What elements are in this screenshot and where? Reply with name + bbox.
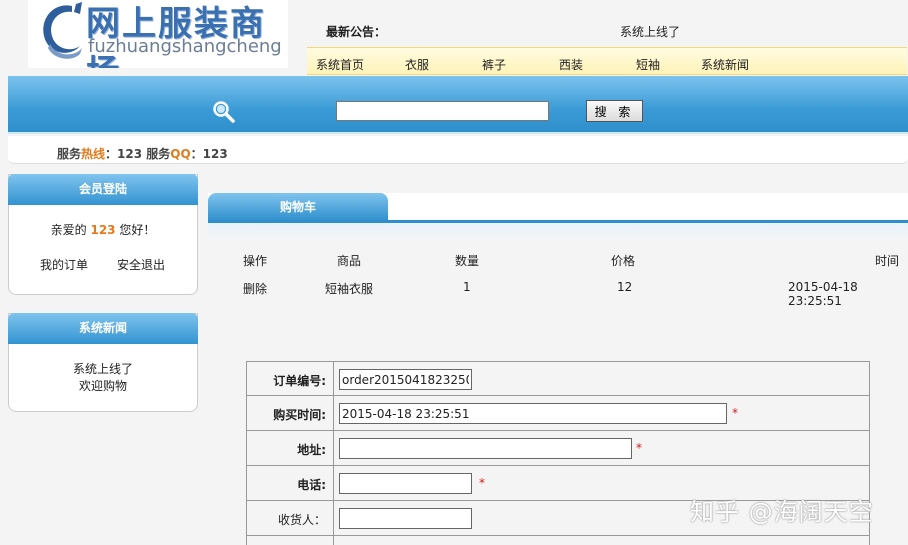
- logo-title: 网上服装商场: [86, 4, 266, 68]
- nav-item-pants[interactable]: 裤子: [482, 56, 506, 73]
- cart-tab: 购物车: [208, 193, 388, 221]
- service-hotline: 服务热线：123 服务QQ：123: [57, 145, 228, 162]
- col-header-price: 价格: [611, 254, 636, 268]
- receiver-label: 收货人：: [247, 501, 334, 535]
- col-header-qty: 数量: [455, 254, 480, 268]
- form-row-address: 地址: *: [246, 431, 870, 466]
- news-panel: 系统新闻 系统上线了 欢迎购物: [8, 313, 198, 412]
- nav-item-news[interactable]: 系统新闻: [701, 56, 749, 73]
- form-row-partial: [246, 536, 870, 545]
- logout-link[interactable]: 安全退出: [117, 256, 165, 273]
- news-item[interactable]: 系统上线了: [9, 360, 197, 377]
- receiver-field[interactable]: [339, 508, 472, 529]
- notice-text[interactable]: 系统上线了: [620, 23, 680, 40]
- logo-subtitle: fuzhuangshangcheng: [88, 36, 282, 57]
- required-mark: *: [732, 406, 738, 420]
- greeting-prefix: 亲爱的: [50, 223, 87, 237]
- col-header-time: 时间: [875, 254, 900, 268]
- phone-label: 电话:: [247, 466, 334, 500]
- phone-field[interactable]: [339, 473, 472, 494]
- nav-item-clothes[interactable]: 衣服: [405, 56, 429, 73]
- news-item[interactable]: 欢迎购物: [9, 377, 197, 394]
- buy-time-field[interactable]: [339, 403, 727, 424]
- login-panel: 会员登陆 亲爱的 123 您好！ 我的订单 安全退出: [8, 174, 198, 295]
- address-label: 地址:: [247, 431, 334, 465]
- greeting-suffix: 您好！: [119, 223, 156, 237]
- news-panel-title: 系统新闻: [8, 313, 198, 344]
- hotline-text: ：123 服务: [105, 147, 171, 161]
- required-mark: *: [479, 476, 485, 490]
- qq-highlight: QQ: [170, 147, 191, 161]
- cart-price: 12: [617, 280, 633, 294]
- nav-item-short-sleeves[interactable]: 短袖: [636, 56, 660, 73]
- col-header-product: 商品: [337, 254, 362, 268]
- buy-time-label: 购买时间:: [247, 396, 334, 430]
- cart-header-shadow: [208, 223, 908, 241]
- cart-qty: 1: [463, 280, 471, 294]
- hotline-highlight: 热线: [81, 147, 106, 161]
- watermark: 知乎 @海阔天空: [690, 498, 874, 526]
- search-input[interactable]: [336, 101, 549, 121]
- partial-label-cell: [247, 536, 334, 545]
- login-panel-title: 会员登陆: [8, 174, 198, 205]
- form-row-order-no: 订单编号:: [246, 361, 870, 396]
- address-field[interactable]: [339, 438, 632, 459]
- logo-swirl-icon: [43, 2, 82, 59]
- greeting: 亲爱的 123 您好！: [9, 221, 197, 238]
- site-logo[interactable]: 网上服装商场 fuzhuangshangcheng: [28, 0, 288, 68]
- nav-item-home[interactable]: 系统首页: [316, 56, 364, 73]
- order-no-field[interactable]: [339, 369, 472, 390]
- order-no-label: 订单编号:: [247, 362, 334, 396]
- qq-text: ：123: [190, 147, 228, 161]
- required-mark: *: [636, 441, 642, 455]
- username: 123: [90, 223, 116, 237]
- main-nav: 系统首页 衣服 裤子 西装 短袖 系统新闻: [307, 47, 907, 75]
- delete-link[interactable]: 删除: [243, 280, 267, 297]
- notice-label: 最新公告：: [326, 25, 387, 39]
- col-header-action: 操作: [243, 254, 268, 268]
- search-icon: [213, 101, 235, 123]
- nav-item-suits[interactable]: 西装: [559, 56, 583, 73]
- cart-product: 短袖衣服: [325, 282, 374, 296]
- hotline-text: 服务: [57, 147, 82, 161]
- cart-time: 2015-04-18 23:25:51: [788, 280, 858, 308]
- my-orders-link[interactable]: 我的订单: [40, 256, 88, 273]
- search-button[interactable]: 搜 索: [586, 100, 643, 122]
- form-row-buy-time: 购买时间: *: [246, 396, 870, 431]
